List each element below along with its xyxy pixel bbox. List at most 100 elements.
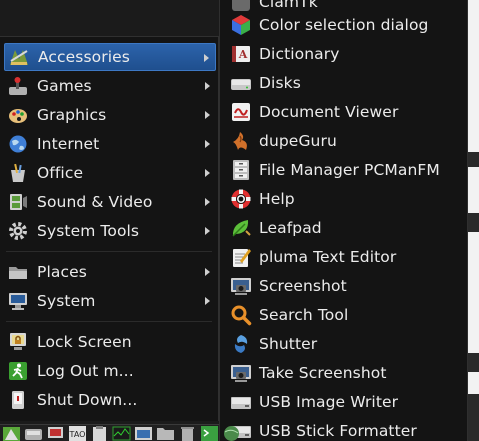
- menu-item-internet[interactable]: Internet: [4, 130, 216, 158]
- submenu-item-screenshot[interactable]: Screenshot: [228, 271, 466, 300]
- menu-item-label: Office: [37, 164, 84, 182]
- menu-icon[interactable]: [2, 425, 21, 441]
- document-viewer-icon: [232, 102, 250, 121]
- menu-item-office[interactable]: Office: [4, 159, 216, 187]
- submenu-item-label: dupeGuru: [259, 131, 337, 150]
- network-icon[interactable]: [46, 425, 65, 441]
- monitor-icon[interactable]: [112, 425, 131, 441]
- submenu-item-dupeguru[interactable]: dupeGuru: [228, 126, 466, 155]
- submenu-item-file-manager[interactable]: File Manager PCManFM: [228, 155, 466, 184]
- color-selection-icon: [232, 14, 250, 35]
- menu-item-label: System: [37, 292, 96, 310]
- menu-item-places[interactable]: Places: [4, 258, 216, 286]
- submenu-arrow-icon: [205, 297, 210, 305]
- clipboard-icon[interactable]: [90, 425, 109, 441]
- menu-item-accessories[interactable]: Accessories: [4, 43, 216, 71]
- submenu-arrow-icon: [205, 140, 210, 148]
- terminal-icon[interactable]: [200, 425, 219, 441]
- submenu-item-pluma[interactable]: pluma Text Editor: [228, 242, 466, 271]
- task-manager-icon[interactable]: TAO: [68, 425, 87, 441]
- menu-item-games[interactable]: Games: [4, 72, 216, 100]
- submenu-item-color-selection[interactable]: Color selection dialog: [228, 10, 466, 39]
- submenu-item-label: Color selection dialog: [259, 15, 429, 34]
- accessories-submenu: ClamTk Color selection dialog A Dictiona…: [219, 0, 468, 441]
- menu-item-label: Places: [37, 263, 87, 281]
- submenu-item-label: USB Stick Formatter: [259, 421, 417, 440]
- submenu-item-disks[interactable]: Disks: [228, 68, 466, 97]
- shutter-icon: [234, 334, 248, 353]
- submenu-item-label: Dictionary: [259, 44, 340, 63]
- system-tools-icon: [9, 222, 27, 240]
- graphics-icon: [9, 109, 27, 123]
- main-menu: Accessories Games Graphics Internet Offi…: [0, 36, 219, 421]
- folder-icon[interactable]: [156, 425, 175, 441]
- places-icon: [9, 267, 27, 279]
- submenu-arrow-icon: [204, 54, 209, 62]
- menu-item-system[interactable]: System: [4, 287, 216, 315]
- disks-icon: [231, 78, 251, 90]
- submenu-item-label: pluma Text Editor: [259, 247, 397, 266]
- submenu-arrow-icon: [205, 268, 210, 276]
- drive-icon[interactable]: [24, 425, 43, 441]
- lock-screen-icon: [10, 333, 26, 350]
- system-icon: [9, 293, 27, 310]
- submenu-item-dictionary[interactable]: A Dictionary: [228, 39, 466, 68]
- menu-item-log-out[interactable]: Log Out m...: [4, 357, 216, 385]
- globe-icon[interactable]: [222, 425, 241, 441]
- menu-item-label: Shut Down...: [37, 391, 138, 409]
- svg-text:A: A: [238, 48, 248, 61]
- search-tool-icon: [231, 305, 252, 325]
- submenu-item-label: Search Tool: [259, 305, 349, 324]
- submenu-item-label: Shutter: [259, 334, 318, 353]
- menu-item-shut-down[interactable]: Shut Down...: [4, 386, 216, 414]
- help-icon: [231, 189, 251, 208]
- menu-item-label: Accessories: [38, 48, 130, 66]
- screenshot-icon: [231, 277, 251, 295]
- menu-item-label: Games: [37, 77, 92, 95]
- submenu-item-search-tool[interactable]: Search Tool: [228, 300, 466, 329]
- menu-separator: [6, 321, 212, 322]
- submenu-item-shutter[interactable]: Shutter: [228, 329, 466, 358]
- trash-icon[interactable]: [178, 425, 197, 441]
- submenu-item-document-viewer[interactable]: Document Viewer: [228, 97, 466, 126]
- usb-image-writer-icon: [231, 396, 251, 409]
- menu-item-label: Sound & Video: [37, 193, 153, 211]
- menu-item-graphics[interactable]: Graphics: [4, 101, 216, 129]
- internet-icon: [9, 135, 27, 153]
- menu-item-sound-video[interactable]: Sound & Video: [4, 188, 216, 216]
- submenu-item-help[interactable]: Help: [228, 184, 466, 213]
- submenu-item-take-screenshot[interactable]: Take Screenshot: [228, 358, 466, 387]
- submenu-arrow-icon: [205, 169, 210, 177]
- submenu-item-leafpad[interactable]: Leafpad: [228, 213, 466, 242]
- menu-item-label: System Tools: [37, 222, 140, 240]
- submenu-item-label: Help: [259, 189, 295, 208]
- menu-item-system-tools[interactable]: System Tools: [4, 217, 216, 245]
- menu-item-label: Internet: [37, 135, 100, 153]
- submenu-item-usb-image-writer[interactable]: USB Image Writer: [228, 387, 466, 416]
- shut-down-icon: [12, 391, 24, 409]
- menu-item-label: Lock Screen: [37, 333, 132, 351]
- menu-item-label: Graphics: [37, 106, 107, 124]
- submenu-arrow-icon: [205, 227, 210, 235]
- background-window[interactable]: [468, 0, 479, 441]
- submenu-arrow-icon: [205, 198, 210, 206]
- submenu-item-label: Screenshot: [259, 276, 347, 295]
- submenu-item-label: Leafpad: [259, 218, 322, 237]
- dupeguru-icon: [233, 131, 247, 150]
- accessories-icon: [10, 50, 28, 65]
- window-icon[interactable]: [134, 425, 153, 441]
- submenu-item-label: Take Screenshot: [259, 363, 387, 382]
- submenu-arrow-icon: [205, 111, 210, 119]
- office-icon: [11, 163, 25, 182]
- games-icon: [9, 77, 27, 95]
- menu-item-lock-screen[interactable]: Lock Screen: [4, 328, 216, 356]
- submenu-item-usb-stick-formatter[interactable]: USB Stick Formatter: [228, 416, 466, 441]
- log-out-icon: [9, 362, 27, 380]
- submenu-item-label: USB Image Writer: [259, 392, 399, 411]
- file-manager-icon: [233, 159, 249, 180]
- svg-text:TAO: TAO: [69, 430, 86, 439]
- taskbar: TAO: [0, 424, 239, 441]
- submenu-item-label: ClamTk: [259, 0, 318, 11]
- desktop-screen: Accessories Games Graphics Internet Offi…: [0, 0, 479, 441]
- submenu-item-label: File Manager PCManFM: [259, 160, 440, 179]
